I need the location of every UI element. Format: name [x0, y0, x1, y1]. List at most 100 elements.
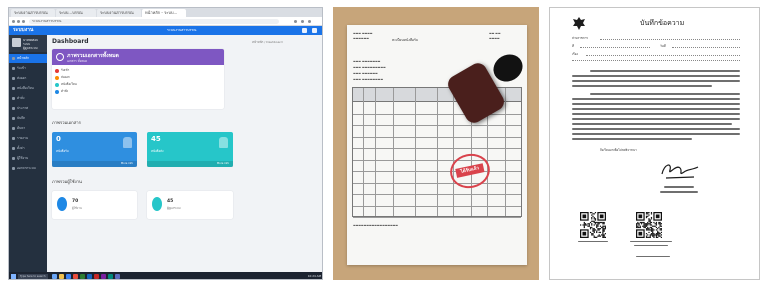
table-column-line — [393, 88, 394, 216]
admin-stat-label: ผู้ดูแลระบบ — [167, 206, 181, 210]
megaphone-icon — [12, 107, 15, 110]
sidebar-item-users[interactable]: ผู้ใช้งาน — [9, 154, 47, 163]
sidebar-item-label: หน้าหลัก — [17, 56, 30, 60]
send-icon — [12, 77, 15, 80]
forward-icon[interactable] — [17, 20, 20, 23]
stamped-document-photo: ▬▬▬ ▬▬▬▬ ▬▬▬▬▬▬ ▬▬ ▬▬ ▬▬▬▬ ทะเบียนหนังสื… — [333, 7, 539, 280]
sidebar-item-home[interactable]: หน้าหลัก — [9, 54, 47, 63]
memo-field-line — [572, 60, 740, 61]
inbox-icon — [12, 67, 15, 70]
memo-text-line — [590, 93, 740, 95]
stat-card-received[interactable]: 0 หนังสือรับ More info — [52, 132, 137, 167]
windows-start-icon[interactable] — [11, 274, 16, 279]
windows-taskbar: Type here to search 10:24 AM — [9, 272, 322, 279]
legend-dot-icon — [55, 83, 59, 87]
task-view-icon[interactable] — [52, 274, 57, 279]
legend-dot-icon — [55, 69, 59, 73]
back-icon[interactable] — [12, 20, 15, 23]
sidebar-item-label: ประกาศ — [17, 106, 29, 110]
sidebar-item-announce[interactable]: ประกาศ — [9, 104, 47, 113]
sidebar-item-incoming[interactable]: รับเข้า — [9, 64, 47, 73]
user-icon[interactable] — [312, 28, 317, 33]
memo-text-line — [572, 123, 732, 125]
sidebar-item-circular[interactable]: หนังสือเวียน — [9, 84, 47, 93]
user-stat-card[interactable]: 70 ผู้ใช้งาน — [52, 191, 137, 219]
topbar-title: ระบบงานสารบรรณ — [167, 28, 197, 32]
sidebar-item-memo[interactable]: บันทึก — [9, 114, 47, 123]
bell-icon[interactable] — [302, 28, 307, 33]
logout-icon — [12, 167, 15, 170]
stat-card-sent[interactable]: 45 หนังสือส่ง More info — [147, 132, 233, 167]
profile-icon[interactable] — [301, 20, 304, 23]
reload-icon[interactable] — [22, 20, 25, 23]
meta-text-line: ▬▬▬ ▬▬▬▬▬▬ — [353, 71, 378, 75]
sidebar-item-outgoing[interactable]: ส่งออก — [9, 74, 47, 83]
overview-card: ภาพรวมเอกสารทั้งหมด เอกสาร ทั้งหมด รับเข… — [52, 49, 224, 109]
chrome-icon[interactable] — [73, 274, 78, 279]
sidebar-item-settings[interactable]: ตั้งค่า — [9, 144, 47, 153]
memo-closing: จึงเรียนมาเพื่อโปรดพิจารณา — [600, 148, 637, 152]
taskbar-clock[interactable]: 10:24 AM — [308, 272, 321, 279]
sidebar-item-label: รับเข้า — [17, 66, 26, 70]
memo-text-line — [572, 85, 712, 87]
user-panel: นายทดสอบ ระบบ ผู้ดูแลระบบ — [9, 35, 47, 52]
sidebar-item-label: ส่งออก — [17, 76, 27, 80]
qr-code-icon — [580, 212, 606, 238]
more-info-link[interactable]: More info — [147, 161, 233, 167]
memo-field-label: เรื่อง — [572, 52, 578, 56]
table-column-line — [505, 88, 506, 216]
url-input[interactable]: ระบบงานสารบรรณ — [29, 19, 279, 24]
sidebar-item-report[interactable]: รายงาน — [9, 134, 47, 143]
sidebar-item-label: ตั้งค่า — [17, 146, 25, 150]
top-navbar: ระบบงานสารบรรณ — [47, 26, 322, 35]
header-text-line: ▬▬▬▬▬▬ — [353, 36, 369, 40]
sidebar-item-orders[interactable]: คำสั่ง — [9, 94, 47, 103]
browser-tab[interactable]: ระบบงานสารบรรณ — [97, 9, 141, 17]
gear-icon — [12, 147, 15, 150]
legend-item: คำสั่ง — [55, 89, 68, 94]
browser-tab[interactable]: ระบบ...บรรณ — [56, 9, 96, 17]
header-text-line: ▬▬▬ ▬▬▬▬ — [353, 31, 373, 35]
extension-icon[interactable] — [294, 20, 297, 23]
more-info-link[interactable]: More info — [52, 161, 137, 167]
app-icon[interactable] — [115, 274, 120, 279]
user-name: นายทดสอบ ระบบ ผู้ดูแลระบบ — [23, 38, 45, 50]
admin-stat-card[interactable]: 45 ผู้ดูแลระบบ — [147, 191, 233, 219]
section-heading-users: ภาพรวมผู้ใช้งาน — [52, 179, 82, 184]
pdf-icon[interactable] — [94, 274, 99, 279]
app-icon[interactable] — [108, 274, 113, 279]
browser-tab-active[interactable]: หน้าหลัก - ระบบ... — [142, 9, 186, 17]
taskbar-search-input[interactable]: Type here to search — [18, 274, 48, 279]
legend-label: คำสั่ง — [61, 89, 68, 93]
legend-label: ส่งออก — [61, 75, 70, 79]
sidebar-item-logout[interactable]: ออกจากระบบ — [9, 164, 47, 173]
main-content: Dashboard หน้าหลัก / Dashboard ภาพรวมเอก… — [47, 35, 322, 272]
excel-icon[interactable] — [80, 274, 85, 279]
stat-value: 45 — [151, 135, 161, 143]
memo-field-line — [672, 47, 740, 48]
table-row-line — [353, 217, 521, 218]
sidebar-item-search[interactable]: ค้นหา — [9, 124, 47, 133]
legend-label: หนังสือเวียน — [61, 82, 77, 86]
legend-item: หนังสือเวียน — [55, 82, 77, 87]
edge-icon[interactable] — [66, 274, 71, 279]
app-icon[interactable] — [101, 274, 106, 279]
users-icon — [12, 157, 15, 160]
browser-tab[interactable]: ระบบงานสารบรรณ — [11, 9, 55, 17]
sidebar-item-label: ออกจากระบบ — [17, 166, 36, 170]
official-memo-document: บันทึกข้อความ ส่วนราชการ ที่ วันที่ เรื่… — [549, 7, 760, 280]
qr-caption-line — [630, 241, 672, 243]
memo-text-line — [572, 113, 740, 115]
folder-icon[interactable] — [59, 274, 64, 279]
meta-text-line: ▬▬▬ ▬▬▬▬▬▬▬▬▬ — [353, 65, 386, 69]
stat-label: หนังสือรับ — [56, 149, 69, 153]
signer-title-line — [660, 191, 698, 193]
menu-icon[interactable] — [308, 20, 311, 23]
brand-logo[interactable]: ระบบงาน — [9, 26, 47, 35]
breadcrumb[interactable]: หน้าหลัก / Dashboard — [252, 40, 283, 45]
overview-card-header: ภาพรวมเอกสารทั้งหมด เอกสาร ทั้งหมด — [52, 49, 224, 65]
sidebar-item-label: รายงาน — [17, 136, 28, 140]
legend-label: รับเข้า — [61, 68, 70, 72]
word-icon[interactable] — [87, 274, 92, 279]
garuda-emblem-icon — [573, 17, 585, 30]
